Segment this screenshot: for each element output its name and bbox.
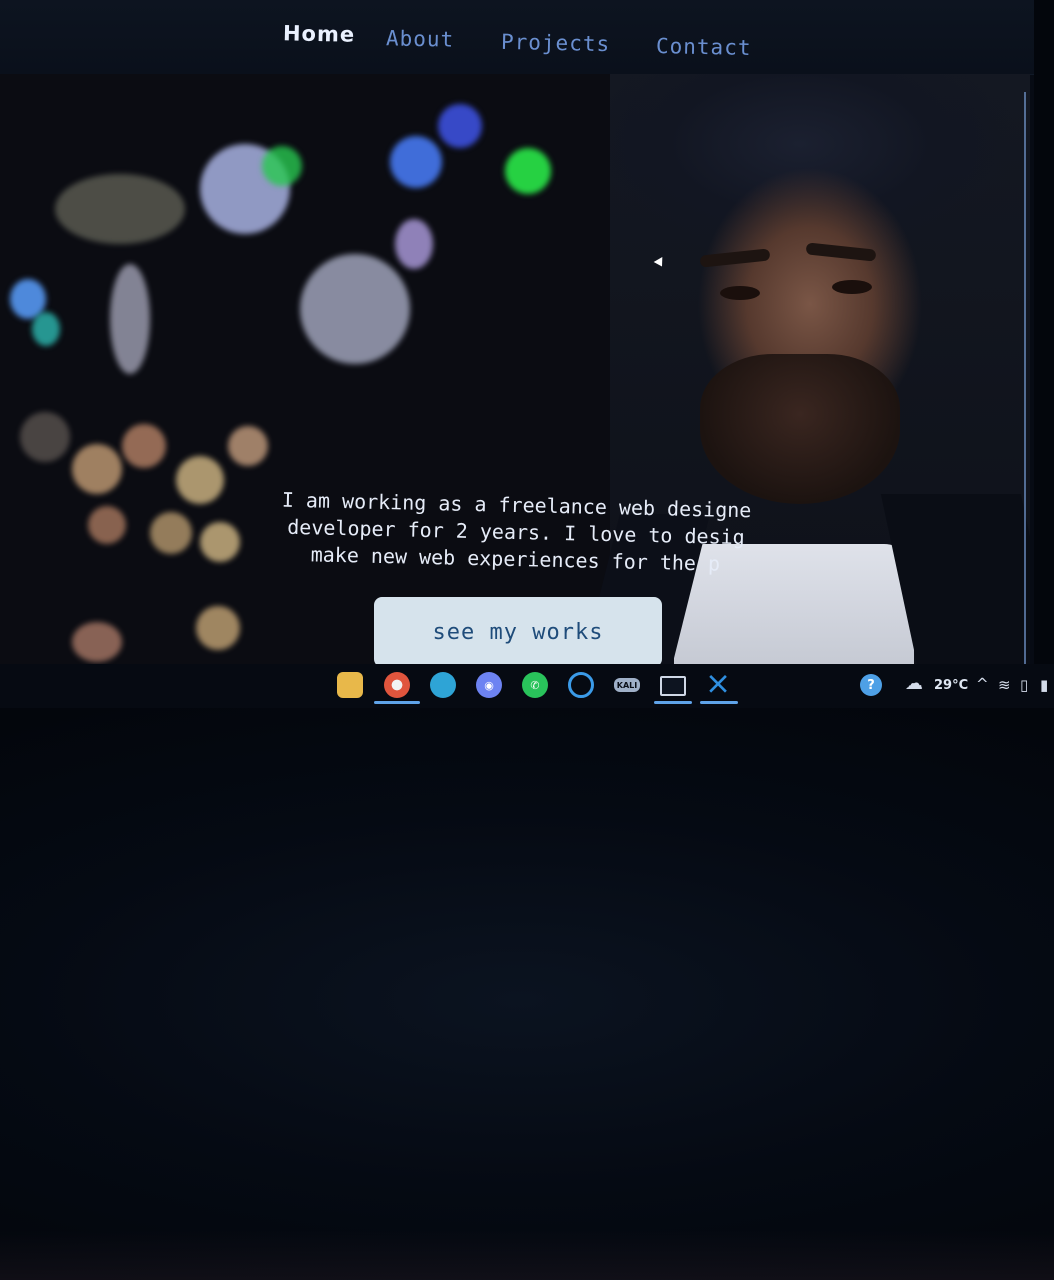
nav-contact[interactable]: Contact: [656, 34, 752, 60]
weather-temperature[interactable]: 29°C: [934, 678, 968, 693]
bokeh-light: [122, 424, 166, 468]
vscode-icon[interactable]: ⨉: [705, 672, 731, 698]
speaker-icon[interactable]: ▮: [1040, 676, 1048, 694]
hero-section: I am working as a freelance web designe …: [0, 74, 1030, 668]
bokeh-light: [32, 312, 60, 346]
bokeh-light: [200, 522, 240, 562]
weather-cloud-icon[interactable]: ☁: [905, 673, 923, 694]
bokeh-light: [88, 506, 126, 544]
portrait-eye: [720, 286, 760, 300]
desk-reflection: [0, 1230, 1054, 1280]
whatsapp-icon[interactable]: ✆: [522, 672, 548, 698]
terminal-icon[interactable]: [660, 676, 686, 696]
bokeh-light: [438, 104, 482, 148]
scrollbar[interactable]: [1024, 92, 1026, 668]
bokeh-light: [72, 444, 122, 494]
windows-taskbar: ◉ ✆ KALI ⨉ ? ☁ 29°C ^ ≋ ▯ ▮: [0, 664, 1054, 708]
bokeh-light: [390, 136, 442, 188]
cortana-icon[interactable]: [568, 672, 594, 698]
nav-home[interactable]: Home: [283, 21, 356, 47]
nav-projects[interactable]: Projects: [501, 30, 611, 56]
portrait-brow: [805, 242, 877, 262]
file-explorer-icon[interactable]: [337, 672, 363, 698]
bokeh-light: [72, 622, 122, 662]
monitor-screen: Home About Projects Contact I am working…: [0, 0, 1034, 668]
nav-about[interactable]: About: [386, 26, 455, 51]
edge-icon[interactable]: [430, 672, 456, 698]
bokeh-light: [110, 264, 150, 374]
kali-icon[interactable]: KALI: [614, 678, 640, 692]
chevron-up-icon[interactable]: ^: [976, 675, 989, 693]
chrome-icon[interactable]: [384, 672, 410, 698]
active-indicator: [654, 701, 692, 704]
active-indicator: [700, 701, 738, 704]
bokeh-light: [55, 174, 185, 244]
bokeh-light: [196, 606, 240, 650]
bokeh-light: [395, 219, 433, 269]
active-indicator: [374, 701, 420, 704]
bokeh-light: [176, 456, 224, 504]
site-navbar: Home About Projects Contact: [0, 0, 1034, 75]
discord-icon[interactable]: ◉: [476, 672, 502, 698]
portrait-eye: [832, 280, 872, 294]
help-icon[interactable]: ?: [860, 674, 882, 696]
bokeh-light: [505, 148, 551, 194]
portrait-beard: [700, 354, 900, 504]
bokeh-light: [150, 512, 192, 554]
photo-background: Home About Projects Contact I am working…: [0, 0, 1054, 1280]
bokeh-light: [228, 426, 268, 466]
portrait-brow: [699, 248, 771, 268]
bokeh-light: [20, 412, 70, 462]
see-my-works-button[interactable]: see my works: [374, 597, 662, 667]
portrait-photo: [580, 74, 1030, 668]
wifi-icon[interactable]: ≋: [998, 676, 1011, 694]
hero-intro-text: I am working as a freelance web designe …: [235, 486, 797, 580]
battery-icon[interactable]: ▯: [1020, 676, 1028, 694]
bokeh-light: [262, 146, 302, 186]
bokeh-light: [300, 254, 410, 364]
